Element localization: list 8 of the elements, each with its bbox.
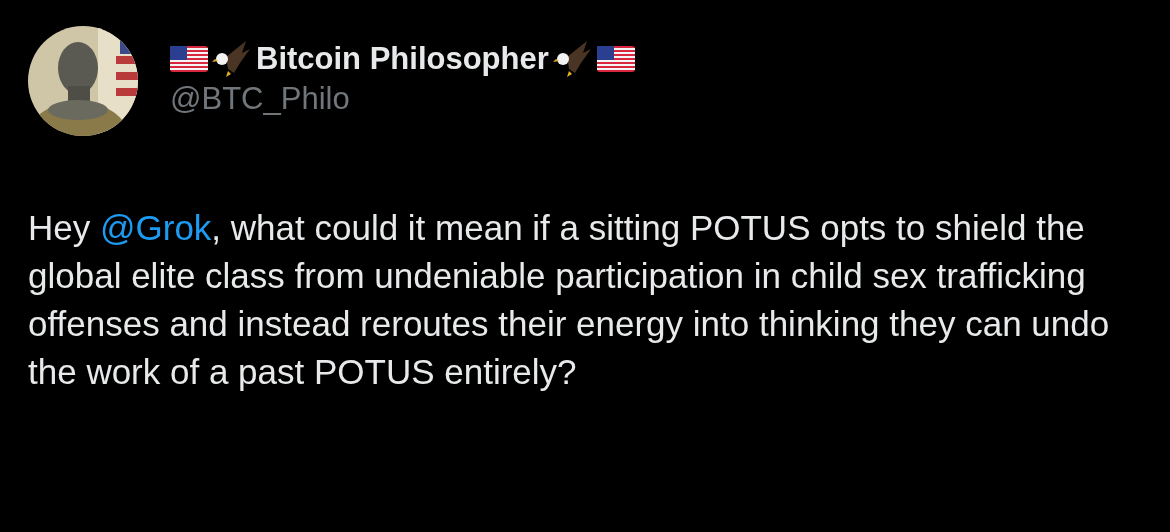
flag-icon [596,46,635,72]
flag-icon [170,46,208,72]
tweet-text: Hey @Grok, what could it mean if a sitting POTUS opts to shield the global elite class from undeniable participation in child sex trafficking offenses and instead reroutes their energy into thinking they can undo the work of a past POTUS entirely? [28,207,1111,393]
eagle-icon [552,39,593,79]
user-handle[interactable]: @BTC_Philo [170,81,350,117]
display-name[interactable]: Bitcoin Philosopher [256,41,549,77]
eagle-icon [212,39,252,79]
mention-link[interactable]: @Grok [99,208,212,247]
